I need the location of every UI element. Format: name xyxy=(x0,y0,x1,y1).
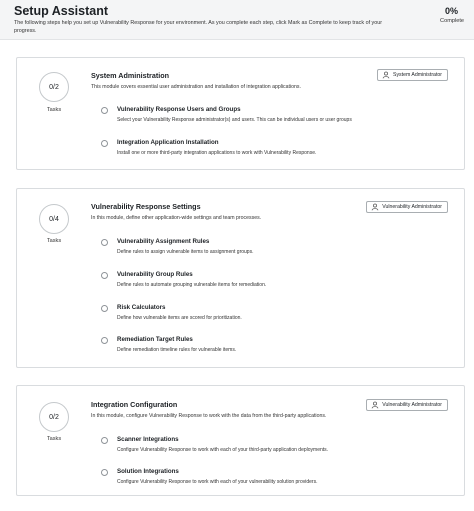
user-icon xyxy=(382,71,390,79)
step-description: Configure Vulnerability Response to work… xyxy=(117,447,329,453)
module-description: In this module, define other application… xyxy=(91,215,262,221)
radio-circle-icon[interactable] xyxy=(101,305,108,312)
radio-circle-icon[interactable] xyxy=(101,469,108,476)
module-card-integration-configuration: 0/2 Tasks Integration Configuration In t… xyxy=(16,385,465,496)
page-title: Setup Assistant xyxy=(14,4,109,18)
step-title: Risk Calculators xyxy=(117,304,166,311)
step-title: Vulnerability Group Rules xyxy=(117,271,193,278)
completion-label: Complete xyxy=(440,18,464,24)
module-card-system-administration: 0/2 Tasks System Administration This mod… xyxy=(16,57,465,170)
module-card-vulnerability-response-settings: 0/4 Tasks Vulnerability Response Setting… xyxy=(16,188,465,368)
step-description: Define how vulnerable items are scored f… xyxy=(117,315,242,321)
module-description: In this module, configure Vulnerability … xyxy=(91,413,327,419)
step-title: Scanner Integrations xyxy=(117,436,179,443)
step-description: Define remediation timeline rules for vu… xyxy=(117,347,237,353)
tasks-label: Tasks xyxy=(46,436,62,442)
step-title: Integration Application Installation xyxy=(117,139,219,146)
tasks-label: Tasks xyxy=(46,107,62,113)
module-title: System Administration xyxy=(91,71,170,80)
step-title: Remediation Target Rules xyxy=(117,336,193,343)
role-button-label: Vulnerability Administrator xyxy=(382,402,442,408)
page-description: The following steps help you set up Vuln… xyxy=(14,20,383,34)
radio-circle-icon[interactable] xyxy=(101,239,108,246)
step-description: Select your Vulnerability Response admin… xyxy=(117,117,352,123)
page-header: Setup Assistant The following steps help… xyxy=(0,0,474,40)
step-title: Vulnerability Assignment Rules xyxy=(117,238,210,245)
radio-circle-icon[interactable] xyxy=(101,107,108,114)
step-description: Define rules to assign vulnerable items … xyxy=(117,249,254,255)
module-progress-badge: 0/4 xyxy=(39,204,69,234)
tasks-label: Tasks xyxy=(46,238,62,244)
user-icon xyxy=(371,401,379,409)
module-title: Integration Configuration xyxy=(91,400,178,409)
role-button-vulnerability-administrator[interactable]: Vulnerability Administrator xyxy=(366,399,448,411)
user-icon xyxy=(371,203,379,211)
completion-percent: 0% xyxy=(444,6,458,16)
step-title: Vulnerability Response Users and Groups xyxy=(117,106,241,113)
role-button-vulnerability-administrator[interactable]: Vulnerability Administrator xyxy=(366,201,448,213)
step-title: Solution Integrations xyxy=(117,468,179,475)
module-progress-badge: 0/2 xyxy=(39,402,69,432)
module-title: Vulnerability Response Settings xyxy=(91,202,201,211)
role-button-system-administrator[interactable]: System Administrator xyxy=(376,69,448,81)
step-description: Install one or more third-party integrat… xyxy=(117,150,317,156)
module-progress-badge: 0/2 xyxy=(39,72,69,102)
radio-circle-icon[interactable] xyxy=(101,437,108,444)
module-description: This module covers essential user admini… xyxy=(91,84,301,90)
radio-circle-icon[interactable] xyxy=(101,140,108,147)
role-button-label: System Administrator xyxy=(392,72,442,78)
step-description: Configure Vulnerability Response to work… xyxy=(117,479,318,485)
step-description: Define rules to automate grouping vulner… xyxy=(117,282,267,288)
radio-circle-icon[interactable] xyxy=(101,337,108,344)
role-button-label: Vulnerability Administrator xyxy=(382,204,442,210)
radio-circle-icon[interactable] xyxy=(101,272,108,279)
